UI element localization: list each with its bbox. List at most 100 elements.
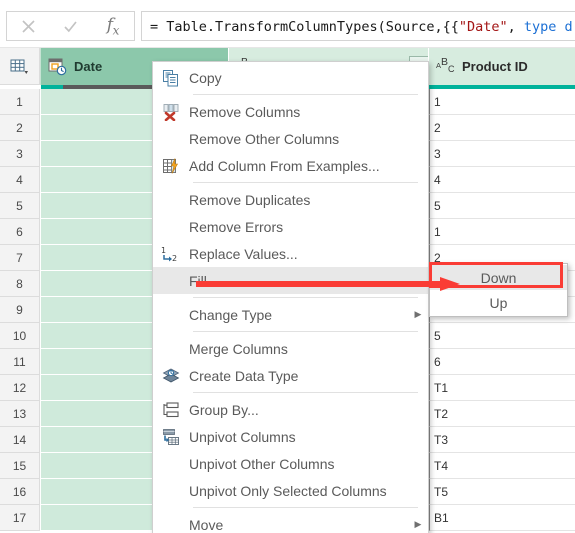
formula-bar-buttons: fx xyxy=(6,11,135,41)
row-number: 16 xyxy=(0,479,40,505)
create-data-type-icon xyxy=(153,362,189,389)
formula-keyword: type d xyxy=(523,19,573,35)
submenu-item-down[interactable]: Down xyxy=(430,265,567,290)
cell-product-id[interactable]: T5 xyxy=(429,479,575,505)
row-number: 12 xyxy=(0,375,40,401)
row-number: 1 xyxy=(0,89,40,115)
menu-item-copy[interactable]: Copy xyxy=(153,64,428,91)
context-menu[interactable]: Copy Remove Columns Remove Other Columns xyxy=(152,61,429,533)
row-number: 8 xyxy=(0,271,40,297)
fill-submenu[interactable]: Down Up xyxy=(429,263,568,317)
menu-separator xyxy=(193,297,418,298)
menu-item-label: Move xyxy=(189,516,224,533)
menu-item-label: Remove Columns xyxy=(189,103,301,120)
power-query-editor-window: fx = Table.TransformColumnTypes(Source,{… xyxy=(0,0,575,533)
formula-bar: fx = Table.TransformColumnTypes(Source,{… xyxy=(0,0,575,48)
menu-item-label: Create Data Type xyxy=(189,367,299,384)
cell-product-id[interactable]: T4 xyxy=(429,453,575,479)
cell-product-id[interactable]: 1 xyxy=(429,219,575,245)
column-header-label: Product ID xyxy=(462,59,528,74)
cell-product-id[interactable]: 2 xyxy=(429,115,575,141)
formula-input[interactable]: = Table.TransformColumnTypes(Source,{{"D… xyxy=(141,11,575,41)
menu-item-label: Unpivot Columns xyxy=(189,428,296,445)
row-number: 4 xyxy=(0,167,40,193)
no-icon xyxy=(153,186,189,213)
chevron-right-icon: ▶ xyxy=(414,309,422,319)
menu-item-add-column-from-examples[interactable]: Add Column From Examples... xyxy=(153,152,428,179)
menu-item-change-type[interactable]: Change Type ▶ xyxy=(153,301,428,328)
menu-item-label: Remove Other Columns xyxy=(189,130,340,147)
menu-separator xyxy=(193,182,418,183)
menu-item-unpivot-columns[interactable]: Unpivot Columns xyxy=(153,423,428,450)
row-number: 15 xyxy=(0,453,40,479)
row-number: 5 xyxy=(0,193,40,219)
svg-text:1: 1 xyxy=(161,246,166,255)
column-header-product-id[interactable]: ABC Product ID xyxy=(429,48,575,85)
menu-item-remove-duplicates[interactable]: Remove Duplicates xyxy=(153,186,428,213)
menu-item-label: Fill xyxy=(189,272,207,289)
svg-text:2: 2 xyxy=(172,254,177,263)
add-column-examples-icon xyxy=(153,152,189,179)
menu-item-remove-columns[interactable]: Remove Columns xyxy=(153,98,428,125)
cell-product-id[interactable]: B1 xyxy=(429,505,575,531)
no-icon xyxy=(153,213,189,240)
select-all-table-icon[interactable] xyxy=(0,48,40,85)
menu-item-label: Remove Duplicates xyxy=(189,191,311,208)
submenu-item-up[interactable]: Up xyxy=(430,290,567,315)
menu-item-label: Copy xyxy=(189,69,222,86)
menu-item-remove-errors[interactable]: Remove Errors xyxy=(153,213,428,240)
row-number: 7 xyxy=(0,245,40,271)
row-number: 2 xyxy=(0,115,40,141)
calendar-clock-icon xyxy=(48,57,67,76)
cell-product-id[interactable]: 3 xyxy=(429,141,575,167)
no-icon xyxy=(153,125,189,152)
no-icon xyxy=(153,267,189,294)
cell-product-id[interactable]: T2 xyxy=(429,401,575,427)
check-icon[interactable] xyxy=(49,12,91,40)
row-number: 9 xyxy=(0,297,40,323)
menu-separator xyxy=(193,507,418,508)
menu-item-unpivot-only-selected-columns[interactable]: Unpivot Only Selected Columns xyxy=(153,477,428,504)
copy-icon xyxy=(153,64,189,91)
menu-item-label: Replace Values... xyxy=(189,245,298,262)
cell-product-id[interactable]: 4 xyxy=(429,167,575,193)
cell-product-id[interactable]: 5 xyxy=(429,193,575,219)
row-number: 14 xyxy=(0,427,40,453)
formula-prefix: = Table.TransformColumnTypes(Source,{{ xyxy=(150,19,459,35)
remove-columns-icon xyxy=(153,98,189,125)
cell-product-id[interactable]: 5 xyxy=(429,323,575,349)
cell-product-id[interactable]: 1 xyxy=(429,89,575,115)
cell-product-id[interactable]: 6 xyxy=(429,349,575,375)
menu-separator xyxy=(193,94,418,95)
submenu-item-label: Down xyxy=(480,269,517,286)
menu-item-label: Remove Errors xyxy=(189,218,284,235)
no-icon xyxy=(153,335,189,362)
menu-item-create-data-type[interactable]: Create Data Type xyxy=(153,362,428,389)
cell-product-id[interactable]: T3 xyxy=(429,427,575,453)
abc-text-icon: ABC xyxy=(436,56,455,74)
formula-comma: , xyxy=(507,19,524,35)
row-number: 13 xyxy=(0,401,40,427)
menu-item-group-by[interactable]: Group By... xyxy=(153,396,428,423)
fx-icon[interactable]: fx xyxy=(92,12,134,40)
menu-item-merge-columns[interactable]: Merge Columns xyxy=(153,335,428,362)
cell-product-id[interactable]: T1 xyxy=(429,375,575,401)
menu-item-unpivot-other-columns[interactable]: Unpivot Other Columns xyxy=(153,450,428,477)
group-by-icon xyxy=(153,396,189,423)
no-icon xyxy=(153,511,189,533)
menu-item-label: Unpivot Only Selected Columns xyxy=(189,482,387,499)
menu-item-label: Change Type xyxy=(189,306,273,323)
menu-item-fill[interactable]: Fill xyxy=(153,267,428,294)
menu-item-label: Group By... xyxy=(189,401,259,418)
close-icon[interactable] xyxy=(7,12,49,40)
menu-item-move[interactable]: Move ▶ xyxy=(153,511,428,533)
menu-item-remove-other-columns[interactable]: Remove Other Columns xyxy=(153,125,428,152)
menu-item-label: Add Column From Examples... xyxy=(189,157,380,174)
submenu-item-label: Up xyxy=(489,294,508,311)
menu-separator xyxy=(193,392,418,393)
menu-item-label: Unpivot Other Columns xyxy=(189,455,335,472)
replace-values-icon: 1 2 xyxy=(153,240,189,267)
row-number: 10 xyxy=(0,323,40,349)
row-number: 11 xyxy=(0,349,40,375)
menu-item-replace-values[interactable]: 1 2 Replace Values... xyxy=(153,240,428,267)
